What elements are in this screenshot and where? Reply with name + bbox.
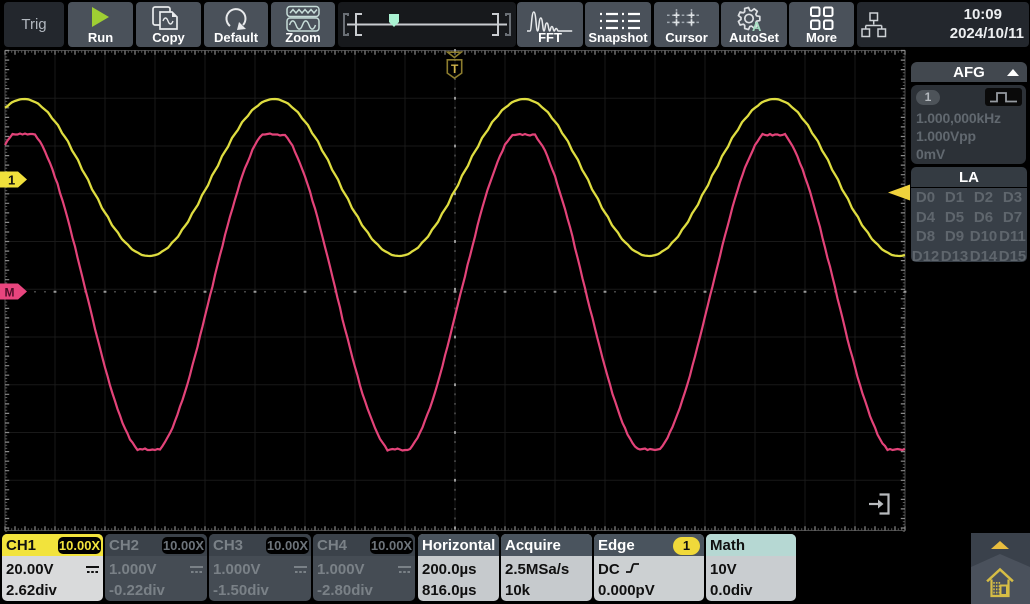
- svg-text:1: 1: [8, 173, 15, 188]
- svg-text:M: M: [5, 286, 15, 300]
- svg-text:T: T: [451, 62, 459, 76]
